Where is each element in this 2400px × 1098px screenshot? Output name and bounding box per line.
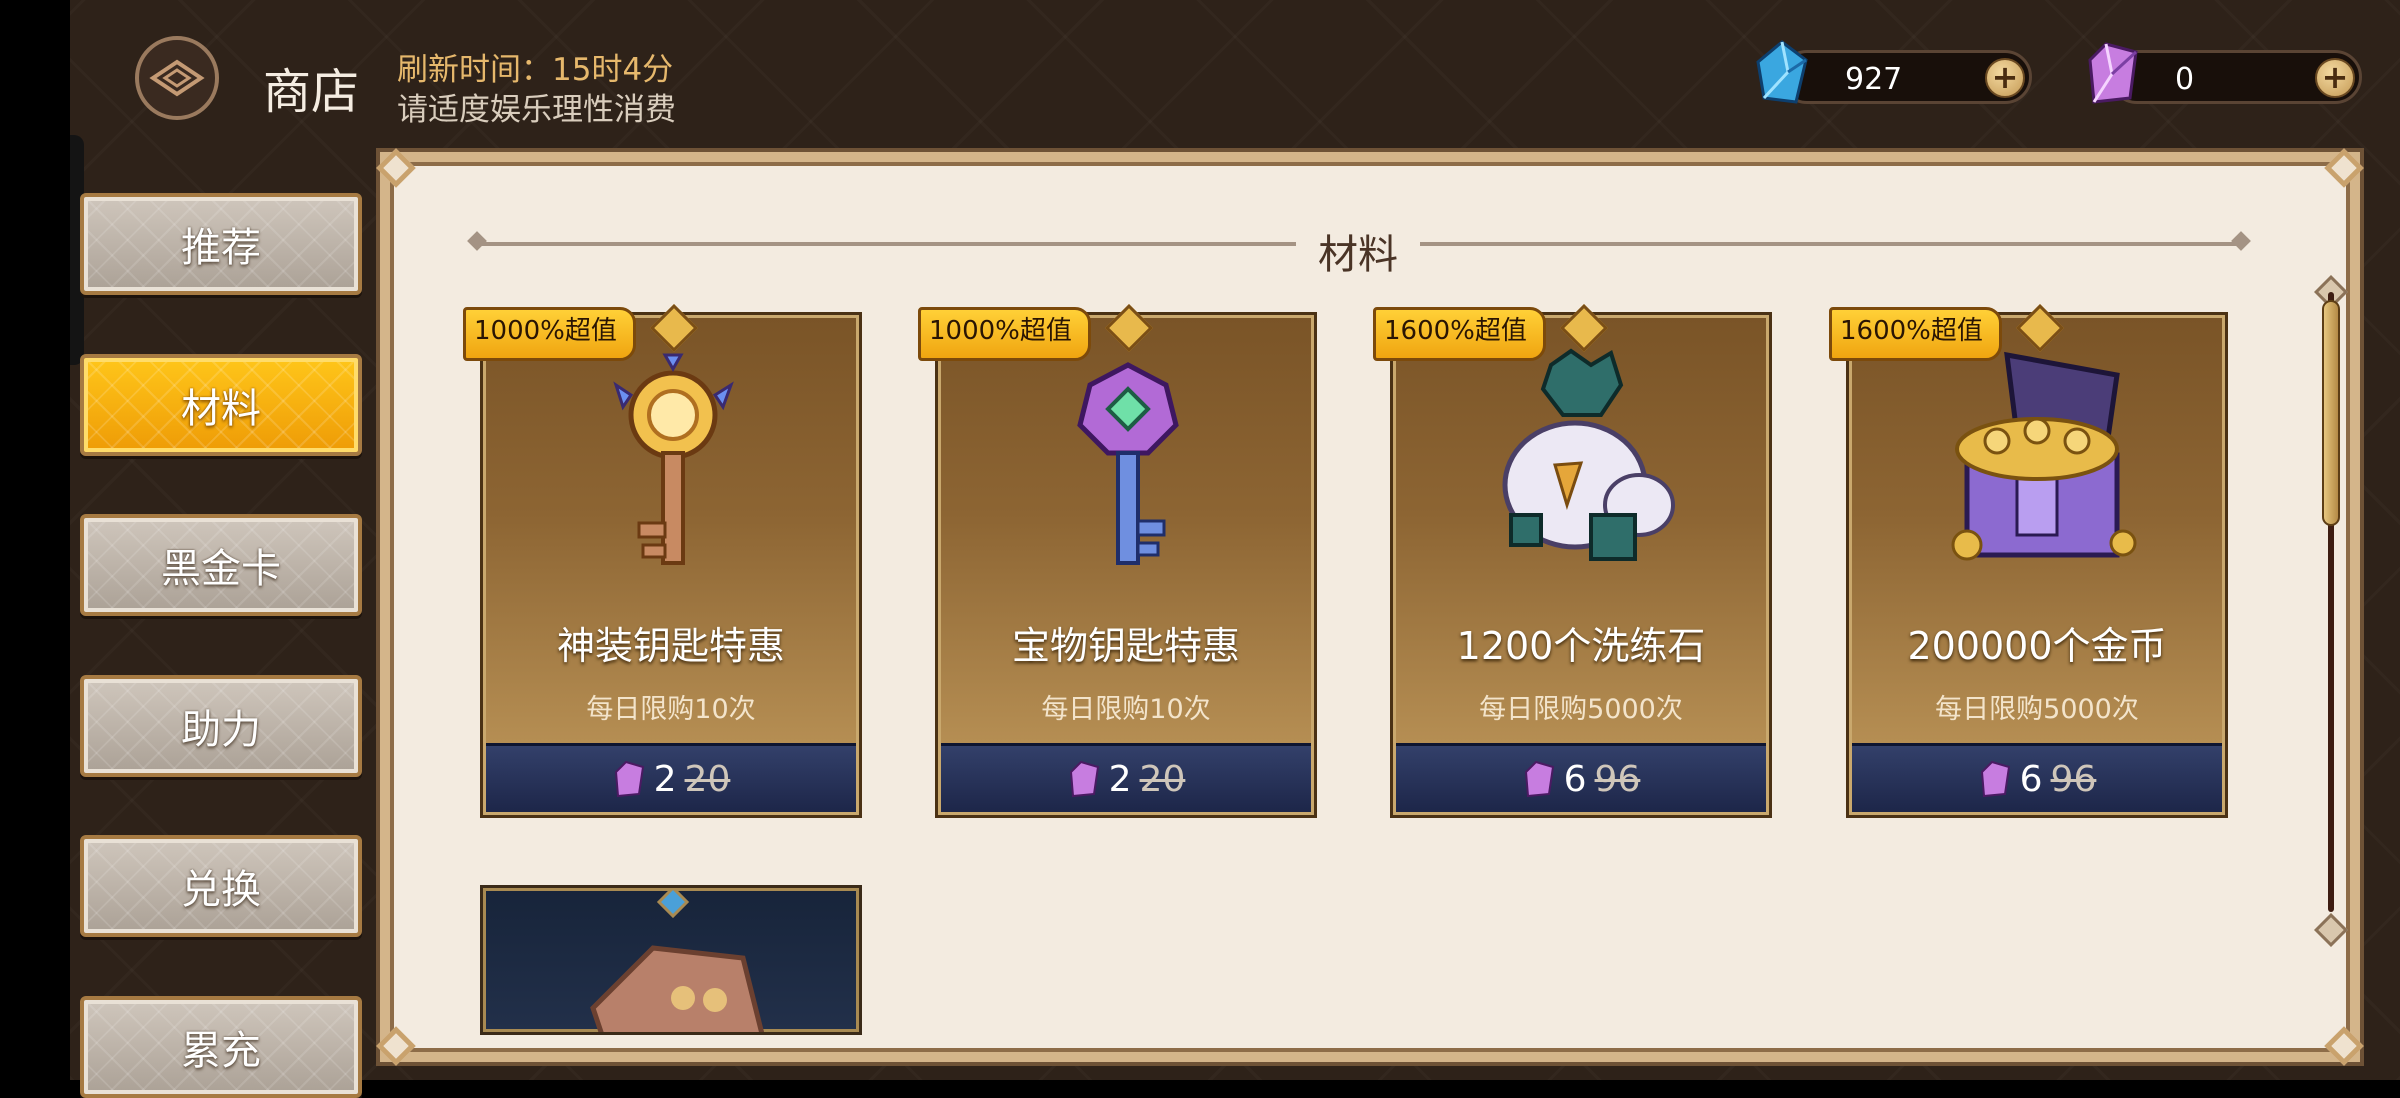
- product-card[interactable]: 1600%超值 1200个洗练石 每日限购5000次 6 96: [1373, 303, 1772, 818]
- tab-materials-label: 材料: [181, 386, 261, 432]
- original-price: 96: [2050, 758, 2097, 800]
- original-price: 20: [684, 758, 731, 800]
- back-button[interactable]: [135, 36, 219, 120]
- stone-bag-icon: [1502, 348, 1675, 561]
- panel-corner-ornament: [374, 1024, 418, 1068]
- add-blue-currency-button[interactable]: +: [1985, 58, 2025, 98]
- refresh-time: 刷新时间：15时4分: [397, 52, 674, 88]
- product-card-partial[interactable]: [480, 885, 862, 1035]
- buy-button[interactable]: 6 96: [1852, 743, 2222, 812]
- tab-black-gold-card-label: 黑金卡: [161, 546, 281, 592]
- pink-crystal-icon: [614, 760, 644, 798]
- purchase-limit: 每日限购5000次: [1479, 694, 1683, 725]
- product-card[interactable]: 1000%超值 神装钥匙特惠 每日限购10次 2 20: [463, 303, 862, 818]
- product-card[interactable]: 1000%超值 宝物钥匙特惠 每日限购10次 2 20: [918, 303, 1317, 818]
- golden-key-icon: [613, 353, 734, 565]
- price: 2: [653, 758, 677, 800]
- purchase-limit: 每日限购10次: [1041, 694, 1211, 725]
- pink-crystal-icon: [1980, 760, 2010, 798]
- currency-blue-value: 927: [1845, 62, 1903, 97]
- tab-exchange-label: 兑换: [181, 867, 261, 913]
- tab-black-gold-card[interactable]: 黑金卡: [80, 514, 362, 616]
- tab-exchange[interactable]: 兑换: [80, 835, 362, 937]
- buy-button[interactable]: 2 20: [941, 743, 1311, 812]
- tab-recommend-label: 推荐: [181, 225, 261, 271]
- pink-crystal-icon: [2088, 42, 2138, 104]
- tab-cumulative-recharge-label: 累充: [181, 1028, 261, 1074]
- tab-materials[interactable]: 材料: [80, 354, 362, 456]
- add-pink-currency-button[interactable]: +: [2315, 58, 2355, 98]
- back-arrow-icon: [149, 59, 205, 97]
- pink-crystal-icon: [1524, 760, 1554, 798]
- tab-cumulative-recharge[interactable]: 累充: [80, 996, 362, 1098]
- currency-blue: 927 +: [1780, 50, 2032, 104]
- price: 6: [2019, 758, 2043, 800]
- panel-corner-ornament: [2322, 1024, 2366, 1068]
- tab-boost-label: 助力: [181, 707, 261, 753]
- crystal-key-icon: [1077, 362, 1179, 565]
- tab-boost[interactable]: 助力: [80, 675, 362, 777]
- rune-plate-icon: [590, 888, 765, 1032]
- section-divider-right: [1420, 242, 2240, 246]
- section-title: 材料: [1318, 232, 1398, 278]
- panel-corner-ornament: [374, 146, 418, 190]
- original-price: 96: [1594, 758, 1641, 800]
- buy-button[interactable]: 2 20: [486, 743, 856, 812]
- section-divider-left: [478, 242, 1296, 246]
- pink-crystal-icon: [1069, 760, 1099, 798]
- purchase-limit: 每日限购5000次: [1935, 694, 2139, 725]
- product-name: 宝物钥匙特惠: [1011, 624, 1240, 668]
- buy-button[interactable]: 6 96: [1396, 743, 1766, 812]
- gold-chest-icon: [1951, 351, 2137, 561]
- purchase-limit: 每日限购10次: [586, 694, 756, 725]
- spending-notice: 请适度娱乐理性消费: [397, 92, 676, 128]
- price: 6: [1563, 758, 1587, 800]
- panel-corner-ornament: [2322, 146, 2366, 190]
- blue-crystal-icon: [1756, 40, 1808, 104]
- price: 2: [1108, 758, 1132, 800]
- product-name: 200000个金币: [1907, 624, 2167, 668]
- page-title: 商店: [263, 64, 360, 120]
- product-name: 神装钥匙特惠: [556, 624, 785, 668]
- original-price: 20: [1139, 758, 1186, 800]
- tab-recommend[interactable]: 推荐: [80, 193, 362, 295]
- product-name: 1200个洗练石: [1456, 624, 1706, 668]
- currency-pink: 0 +: [2110, 50, 2362, 104]
- scrollbar-thumb[interactable]: [2322, 300, 2340, 526]
- product-card[interactable]: 1600%超值 200000个金币 每日限购5000次 6 96: [1829, 303, 2228, 818]
- currency-pink-value: 0: [2175, 62, 2195, 97]
